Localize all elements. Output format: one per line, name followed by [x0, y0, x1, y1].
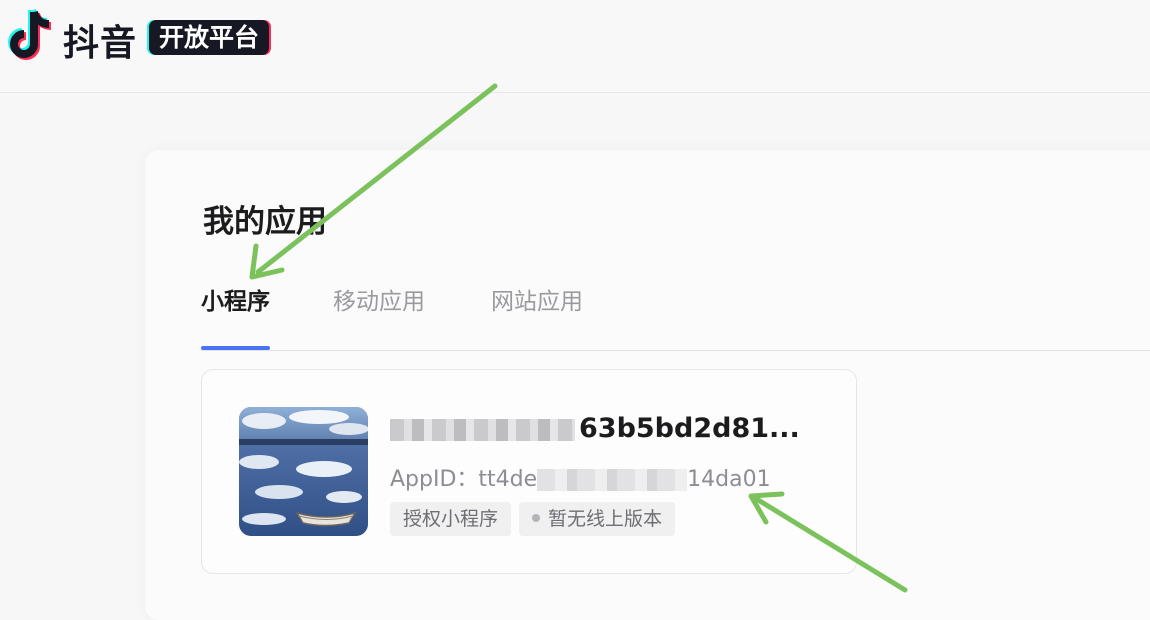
brand-name[interactable]: 抖音	[63, 14, 137, 66]
app-name[interactable]: 63b5bd2d81...	[390, 413, 800, 444]
tag-no-online-version-label: 暂无线上版本	[548, 508, 663, 530]
app-tags: 授权小程序 暂无线上版本	[390, 502, 683, 536]
redacted-appid	[537, 469, 688, 491]
tab-mini-program[interactable]: 小程序	[201, 282, 270, 350]
status-dot-icon	[532, 513, 541, 522]
app-id: AppID：tt4de 14da01	[390, 461, 771, 493]
app-card[interactable]: 63b5bd2d81... AppID：tt4de 14da01 授权小程序 暂无线…	[201, 369, 857, 574]
appid-label: AppID：	[390, 467, 479, 492]
tag-no-online-version: 暂无线上版本	[519, 502, 676, 536]
appid-prefix: tt4de	[478, 467, 538, 492]
tab-website-app[interactable]: 网站应用	[491, 282, 583, 348]
app-type-tabs: 小程序 移动应用 网站应用	[201, 282, 1150, 351]
app-thumbnail[interactable]	[239, 407, 368, 536]
brand-badge[interactable]: 开放平台	[149, 20, 270, 55]
douyin-logo-icon[interactable]	[4, 8, 56, 64]
appid-suffix: 14da01	[687, 467, 771, 492]
page-title: 我的应用	[203, 204, 327, 240]
app-name-suffix: 63b5bd2d81...	[579, 413, 800, 444]
app-thumbnail-image	[239, 407, 368, 536]
tab-mobile-app[interactable]: 移动应用	[333, 282, 425, 348]
top-header: 抖音 开放平台	[0, 0, 1150, 93]
redacted-app-name	[390, 418, 575, 441]
tag-authorized-mini-program: 授权小程序	[390, 502, 512, 536]
